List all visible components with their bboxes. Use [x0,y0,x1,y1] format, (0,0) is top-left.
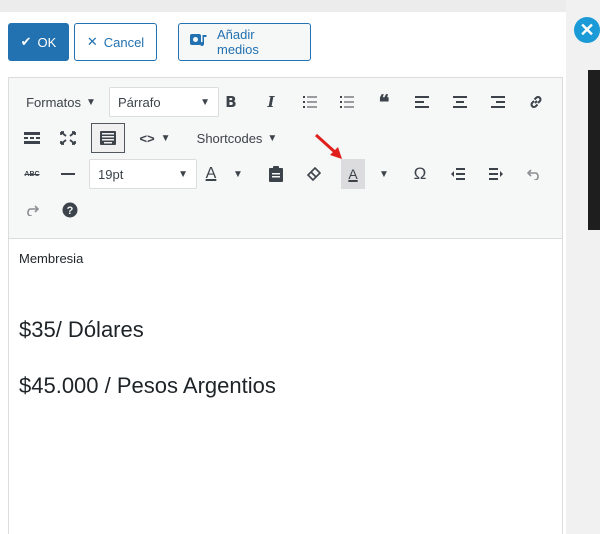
toolbar-row-4: ? [9,192,562,228]
content-line-price-ars: $45.000 / Pesos Argentios [19,373,276,398]
font-size-value: 19pt [98,166,124,182]
code-icon: <> [139,130,155,146]
bold-icon[interactable]: B [221,87,241,117]
add-media-button[interactable]: Añadir medios [178,23,311,61]
align-right-icon[interactable] [487,87,509,117]
formats-dropdown[interactable]: Formatos ▼ [19,87,103,117]
italic-icon[interactable]: I [261,87,281,117]
align-left-icon[interactable] [411,87,433,117]
strikethrough-icon[interactable]: ABC [21,159,43,189]
read-more-icon[interactable] [21,123,43,153]
annotation-arrow-icon [314,133,342,159]
content-line-price-usd: $35/ Dólares [19,317,144,342]
toolbar-row-2: <> ▼ Shortcodes ▼ [9,120,562,156]
chevron-down-icon: ▼ [200,96,210,108]
shortcodes-dropdown[interactable]: Shortcodes ▼ [193,123,281,153]
ok-button[interactable]: ✔ OK [8,23,69,61]
chevron-down-icon[interactable]: ▼ [377,159,391,189]
close-x-icon: ✕ [86,34,98,49]
chevron-down-icon: ▼ [267,132,278,144]
toolbar-row-3: ABC 19pt ▼ A ▼ A ▼ Ω [9,156,562,192]
chevron-down-icon: ▼ [178,168,188,180]
cancel-button[interactable]: ✕ Cancel [74,23,157,61]
chevron-down-icon: ▼ [160,132,171,144]
link-icon[interactable] [525,87,547,117]
align-center-icon[interactable] [449,87,471,117]
blockquote-icon[interactable]: ❝ [373,87,395,117]
background-dark-edge [588,70,600,230]
indent-icon[interactable] [485,159,507,189]
editor-toolbar: Formatos ▼ Párrafo ▼ B I ❝ <> ▼ Shortcod… [9,78,562,239]
background-band [0,0,600,12]
formats-label: Formatos [26,94,81,110]
shortcodes-label: Shortcodes [196,130,263,146]
chevron-down-icon[interactable]: ▼ [231,159,245,189]
code-dropdown[interactable]: <> ▼ [137,123,173,153]
tinymce-editor: Formatos ▼ Párrafo ▼ B I ❝ <> ▼ Shortcod… [8,77,563,534]
numbered-list-icon[interactable] [336,87,358,117]
font-size-select[interactable]: 19pt ▼ [89,159,197,189]
bullet-list-icon[interactable] [299,87,321,117]
media-icon [189,32,211,53]
add-media-label: Añadir medios [217,27,259,57]
toolbar-row-1: Formatos ▼ Párrafo ▼ B I ❝ [9,84,562,120]
check-icon: ✔ [20,34,32,49]
cancel-button-label: Cancel [103,34,145,50]
content-line-membresia: Membresia [19,251,84,266]
paragraph-select[interactable]: Párrafo ▼ [109,87,219,117]
text-color-icon[interactable]: A [199,159,223,189]
help-icon[interactable]: ? [59,195,81,225]
undo-icon[interactable] [523,159,545,189]
toolbar-toggle-icon[interactable] [91,123,125,153]
ok-button-label: OK [37,34,57,50]
paragraph-select-value: Párrafo [118,94,161,110]
svg-text:?: ? [67,205,74,217]
paste-text-icon[interactable] [265,159,287,189]
horizontal-line-icon[interactable] [57,159,79,189]
special-character-icon[interactable]: Ω [409,159,431,189]
chevron-down-icon: ▼ [86,96,96,108]
close-icon[interactable]: ✕ [574,17,600,43]
outdent-icon[interactable] [447,159,469,189]
editor-content[interactable]: Membresia $35/ Dólares $45.000 / Pesos A… [9,239,562,534]
redo-icon[interactable] [21,195,43,225]
fullscreen-icon[interactable] [57,123,79,153]
editor-dialog: ✔ OK ✕ Cancel Añadir medios Formatos ▼ P… [0,12,566,534]
